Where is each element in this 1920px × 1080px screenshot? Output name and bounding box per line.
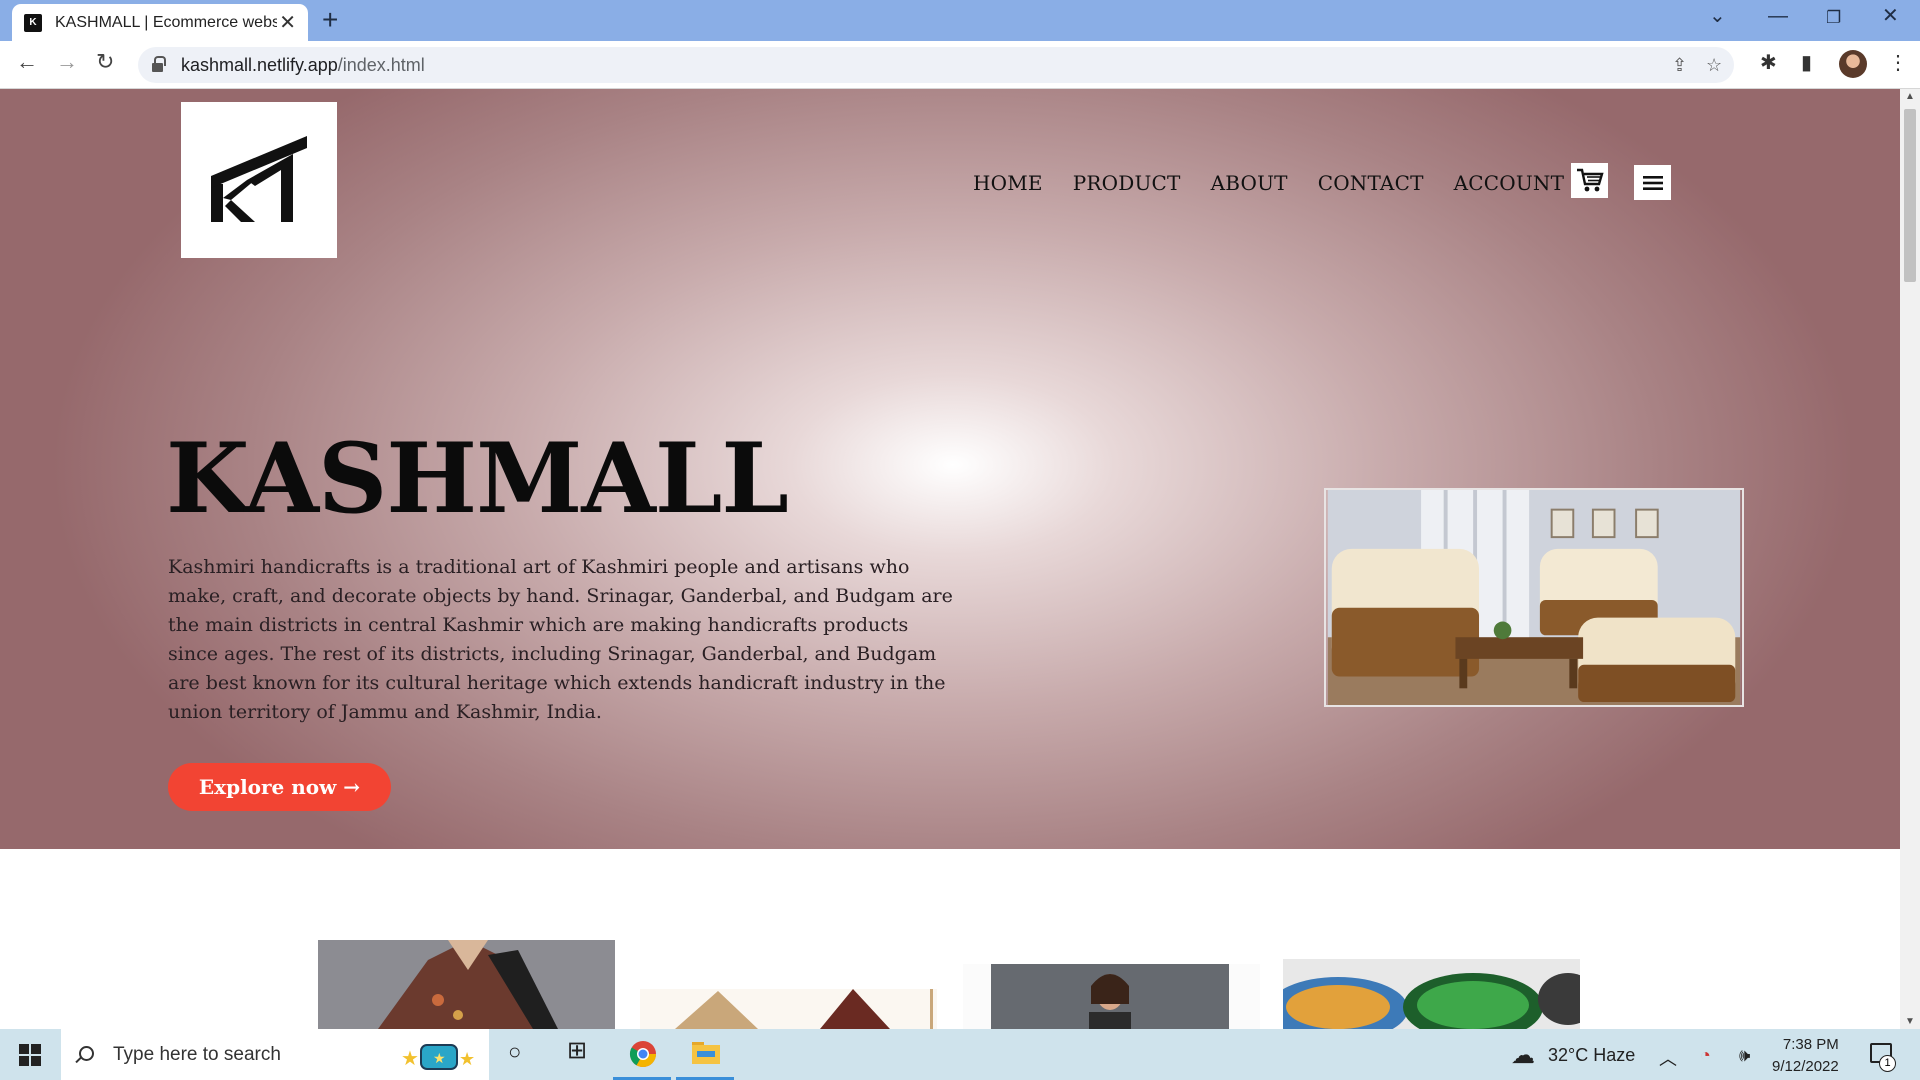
nav-about[interactable]: ABOUT xyxy=(1211,171,1288,195)
bookmark-star-icon[interactable]: ☆ xyxy=(1706,55,1722,76)
tab-search-icon[interactable]: ⌄ xyxy=(1709,6,1726,26)
browser-toolbar: ← → ↻ kashmall.netlify.app/index.html ⇪ … xyxy=(0,41,1920,89)
profile-avatar[interactable] xyxy=(1839,50,1867,78)
reload-button[interactable]: ↻ xyxy=(96,51,114,73)
cortana-icon[interactable]: ○ xyxy=(508,1041,521,1063)
scroll-up-arrow-icon[interactable]: ▲ xyxy=(1905,91,1915,102)
product-image-kurta[interactable] xyxy=(963,964,1260,1029)
hamburger-menu-button[interactable] xyxy=(1634,165,1671,200)
taskbar-search-placeholder: Type here to search xyxy=(113,1043,281,1065)
url-text: kashmall.netlify.app/index.html xyxy=(181,54,425,75)
svg-text:★: ★ xyxy=(401,1048,419,1070)
lock-icon xyxy=(152,56,166,72)
chrome-taskbar-icon[interactable] xyxy=(628,1039,658,1074)
notification-count-badge: 1 xyxy=(1879,1055,1896,1072)
browser-tab[interactable]: K KASHMALL | Ecommerce webs ✕ xyxy=(12,4,308,41)
app-tray-icon[interactable]: ◔ xyxy=(1700,1045,1711,1066)
task-view-icon[interactable]: ⊞ xyxy=(567,1039,587,1063)
kashmall-logo-icon xyxy=(211,136,307,222)
more-menu-icon[interactable]: ⋮ xyxy=(1888,53,1908,73)
product-image-shawl[interactable] xyxy=(318,940,615,1029)
svg-text:★: ★ xyxy=(459,1049,475,1069)
featured-products-row xyxy=(0,849,1900,1029)
close-window-button[interactable]: ✕ xyxy=(1882,6,1899,26)
search-icon xyxy=(75,1045,94,1064)
search-highlight-icon: ★ ★ ★ xyxy=(401,1044,475,1070)
new-tab-button[interactable]: + xyxy=(322,6,338,34)
restore-button[interactable]: ❐ xyxy=(1826,9,1841,26)
forward-button[interactable]: → xyxy=(56,51,78,73)
hero-title: KASHMALL xyxy=(166,422,789,535)
hero-section: HOME PRODUCT ABOUT CONTACT ACCOUNT KASHM… xyxy=(0,89,1900,849)
minimize-button[interactable]: — xyxy=(1768,6,1788,26)
file-explorer-icon[interactable] xyxy=(691,1039,721,1070)
windows-start-icon[interactable] xyxy=(19,1044,41,1066)
product-image-boxes[interactable] xyxy=(640,989,937,1029)
side-panel-icon[interactable]: ▮ xyxy=(1801,53,1812,73)
product-image-papier-mache[interactable] xyxy=(1283,959,1580,1029)
weather-text[interactable]: 32°C Haze xyxy=(1548,1045,1635,1066)
nav-contact[interactable]: CONTACT xyxy=(1318,171,1424,195)
folder-icon xyxy=(692,1042,720,1064)
clock-time: 7:38 PM xyxy=(1782,1036,1839,1053)
cart-icon xyxy=(1576,168,1604,191)
browser-titlebar: K KASHMALL | Ecommerce webs ✕ + ⌄ — ❐ ✕ xyxy=(0,0,1920,41)
chrome-icon xyxy=(629,1041,657,1068)
scroll-thumb[interactable] xyxy=(1904,109,1916,282)
back-button[interactable]: ← xyxy=(16,51,38,73)
explore-now-button[interactable]: Explore now → xyxy=(168,763,391,811)
address-bar[interactable]: kashmall.netlify.app/index.html ⇪ ☆ xyxy=(138,47,1734,83)
extensions-puzzle-icon[interactable]: ✱ xyxy=(1760,53,1777,73)
svg-text:★: ★ xyxy=(433,1050,446,1066)
nav-product[interactable]: PRODUCT xyxy=(1073,171,1181,195)
share-icon[interactable]: ⇪ xyxy=(1672,55,1687,76)
scroll-down-arrow-icon[interactable]: ▼ xyxy=(1905,1016,1915,1027)
main-navigation: HOME PRODUCT ABOUT CONTACT ACCOUNT xyxy=(973,171,1564,195)
page-scrollbar[interactable]: ▲ ▼ xyxy=(1900,89,1920,1029)
hero-sofa-image xyxy=(1324,488,1744,707)
taskbar-search-box[interactable]: Type here to search ★ ★ ★ xyxy=(61,1029,489,1080)
nav-account[interactable]: ACCOUNT xyxy=(1454,171,1565,195)
hamburger-menu-icon xyxy=(1642,175,1663,190)
cart-button[interactable] xyxy=(1571,163,1608,198)
close-tab-icon[interactable]: ✕ xyxy=(279,13,296,33)
speaker-volume-icon[interactable]: 🕪 xyxy=(1739,1045,1750,1066)
show-hidden-icons-icon[interactable]: ︿ xyxy=(1659,1045,1677,1071)
kashmall-favicon-icon: K xyxy=(24,13,42,32)
windows-taskbar: Type here to search ★ ★ ★ ○ ⊞ ☁ 32°C Haz… xyxy=(0,1029,1920,1080)
nav-home[interactable]: HOME xyxy=(973,171,1043,195)
tab-title: KASHMALL | Ecommerce webs xyxy=(55,13,277,31)
site-logo[interactable] xyxy=(181,102,337,258)
system-clock[interactable]: 7:38 PM 9/12/2022 xyxy=(1772,1034,1839,1078)
hero-description: Kashmiri handicrafts is a traditional ar… xyxy=(168,556,953,723)
page-viewport: HOME PRODUCT ABOUT CONTACT ACCOUNT KASHM… xyxy=(0,89,1900,1029)
clock-date: 9/12/2022 xyxy=(1772,1058,1839,1075)
weather-haze-icon[interactable]: ☁ xyxy=(1511,1041,1535,1070)
